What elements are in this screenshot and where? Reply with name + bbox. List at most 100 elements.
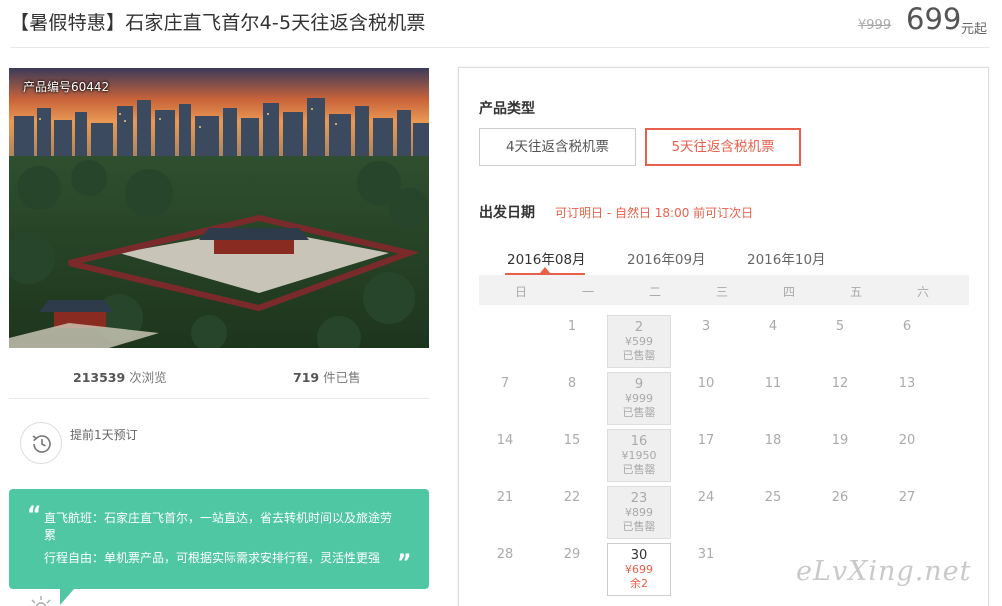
calendar-day-number: 28	[496, 547, 514, 562]
sold-stat: 719 件已售	[293, 367, 361, 386]
calendar-day-number: 1	[567, 319, 577, 334]
sale-price: 699	[906, 2, 962, 36]
calendar-day[interactable]: 13	[875, 372, 939, 425]
weekday-thu: 四	[782, 285, 795, 299]
calendar-day[interactable]: 15	[540, 429, 604, 482]
calendar-day[interactable]: 23 ¥899 已售罄	[607, 486, 671, 539]
calendar-day[interactable]: 27	[875, 486, 939, 539]
views-stat: 213539 次浏览	[73, 367, 167, 386]
calendar-day-price: ¥699	[625, 563, 653, 576]
sold-label: 件已售	[323, 370, 361, 385]
watermark: eLvXing.net	[796, 556, 972, 587]
booking-notice: 提前1天预订	[20, 422, 320, 472]
sun-icon	[31, 596, 51, 606]
calendar-day-number: 14	[496, 433, 514, 448]
calendar-day-number: 10	[697, 376, 715, 391]
calendar-day[interactable]: 28	[473, 543, 537, 596]
weekday-fri: 五	[849, 285, 862, 299]
calendar-day[interactable]: 14	[473, 429, 537, 482]
booking-notice-text: 提前1天预订	[70, 428, 138, 442]
calendar-day[interactable]: 18	[741, 429, 805, 482]
calendar-day[interactable]: 9 ¥999 已售罄	[607, 372, 671, 425]
calendar-day[interactable]: 17	[674, 429, 738, 482]
product-photo[interactable]: 产品编号60442	[9, 68, 429, 348]
calendar-day[interactable]: 5	[808, 315, 872, 368]
calendar-day-number: 8	[567, 376, 577, 391]
calendar-day[interactable]: 21	[473, 486, 537, 539]
sold-count: 719	[293, 370, 320, 385]
highlight-direct-flight: 直飞航班：石家庄直飞首尔，一站直达，省去转机时间以及旅途劳累	[44, 511, 393, 542]
calendar-day-number: 23	[630, 491, 648, 506]
views-label: 次浏览	[129, 370, 167, 385]
weekday-tue: 二	[648, 285, 661, 299]
calendar-day-number: 22	[563, 490, 581, 505]
calendar-day[interactable]: 24	[674, 486, 738, 539]
stats-divider	[9, 398, 429, 399]
calendar-day-number: 19	[831, 433, 849, 448]
calendar-day[interactable]: 11	[741, 372, 805, 425]
calendar-day-number: 2	[634, 320, 644, 335]
calendar-day[interactable]: 6	[875, 315, 939, 368]
calendar-day[interactable]: 29	[540, 543, 604, 596]
product-number: 产品编号60442	[23, 80, 110, 94]
tab-month-2016-10[interactable]: 2016年10月	[747, 248, 826, 274]
calendar-day[interactable]: 26	[808, 486, 872, 539]
calendar-day-status: 已售罄	[622, 406, 656, 419]
departure-date-label: 出发日期	[479, 205, 535, 221]
calendar-day[interactable]: 30 ¥699 余2	[607, 543, 671, 596]
calendar-day[interactable]: 4	[741, 315, 805, 368]
calendar-day-number: 29	[563, 547, 581, 562]
calendar-day-number: 12	[831, 376, 849, 391]
quote-close-icon: ”	[397, 551, 412, 576]
product-type-label: 产品类型	[479, 101, 535, 117]
calendar-day-number: 26	[831, 490, 849, 505]
booking-panel: 产品类型 4天往返含税机票 5天往返含税机票 出发日期 可订明日 - 自然日 1…	[458, 67, 989, 606]
calendar-day-number: 4	[768, 319, 778, 334]
calendar-day-number: 16	[630, 434, 648, 449]
highlight-free-itinerary: 行程自由：单机票产品，可根据实际需求安排行程，灵活性更强	[44, 551, 381, 565]
calendar-day[interactable]: 12	[808, 372, 872, 425]
calendar-day-number: 6	[902, 319, 912, 334]
calendar-day-number: 20	[898, 433, 916, 448]
calendar-day[interactable]: 8	[540, 372, 604, 425]
calendar-day-price: ¥1950	[621, 449, 657, 462]
calendar-day-number: 30	[630, 548, 648, 563]
highlights-box: “ 直飞航班：石家庄直飞首尔，一站直达，省去转机时间以及旅途劳累 行程自由：单机…	[9, 489, 429, 589]
calendar-day[interactable]: 31	[674, 543, 738, 596]
calendar-day-number: 13	[898, 376, 916, 391]
calendar-day[interactable]: 22	[540, 486, 604, 539]
calendar-day-number: 31	[697, 547, 715, 562]
calendar-day[interactable]: 25	[741, 486, 805, 539]
calendar-day-status: 已售罄	[622, 520, 656, 533]
product-type-option-4day[interactable]: 4天往返含税机票	[479, 128, 636, 166]
calendar-day-number: 15	[563, 433, 581, 448]
calendar-day[interactable]: 20	[875, 429, 939, 482]
weekday-sun: 日	[514, 285, 527, 299]
calendar-day-number: 21	[496, 490, 514, 505]
weekday-mon: 一	[581, 285, 594, 299]
calendar-day[interactable]: 19	[808, 429, 872, 482]
clock-icon	[20, 422, 62, 464]
calendar-day[interactable]: 7	[473, 372, 537, 425]
product-stats: 213539 次浏览 719 件已售	[9, 360, 429, 390]
weekday-sat: 六	[916, 285, 929, 299]
calendar-day-number: 7	[500, 376, 510, 391]
palace-city-image	[9, 68, 429, 348]
calendar-day-number: 17	[697, 433, 715, 448]
calendar-day-price: ¥999	[625, 392, 653, 405]
product-type-option-5day[interactable]: 5天往返含税机票	[645, 128, 801, 166]
tab-month-2016-09[interactable]: 2016年09月	[627, 248, 706, 274]
calendar-day-status: 已售罄	[622, 349, 656, 362]
calendar-day-number: 11	[764, 376, 782, 391]
weekday-wed: 三	[715, 285, 728, 299]
header-divider	[10, 47, 990, 48]
calendar-day-number: 3	[701, 319, 711, 334]
calendar-day[interactable]: 10	[674, 372, 738, 425]
calendar-day[interactable]: 16 ¥1950 已售罄	[607, 429, 671, 482]
calendar-day[interactable]: 1	[540, 315, 604, 368]
calendar-day[interactable]: 2 ¥599 已售罄	[607, 315, 671, 368]
calendar-day-status: 已售罄	[622, 463, 656, 476]
calendar-day[interactable]: 3	[674, 315, 738, 368]
calendar-day-number: 25	[764, 490, 782, 505]
quote-open-icon: “	[27, 503, 42, 528]
